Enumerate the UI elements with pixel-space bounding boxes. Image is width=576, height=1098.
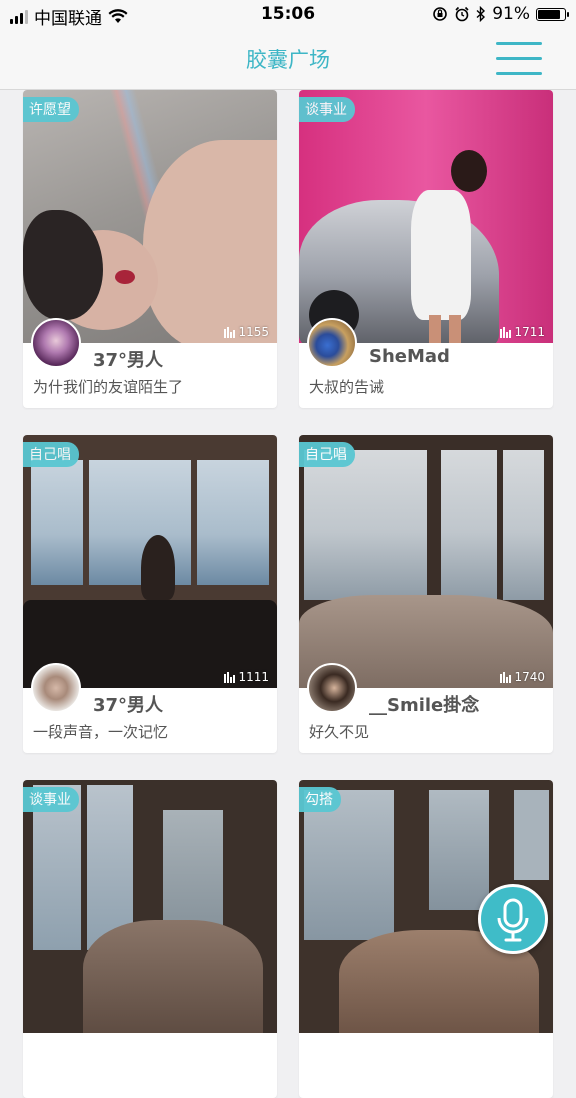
user-name: 37°男人 (93, 350, 164, 371)
category-tag: 许愿望 (23, 97, 79, 122)
page-title: 胶囊广场 (246, 48, 330, 72)
hamburger-menu-icon[interactable] (496, 42, 542, 76)
category-tag: 谈事业 (23, 787, 79, 812)
alarm-icon (455, 6, 469, 22)
play-count-value: 1155 (238, 325, 269, 339)
user-name: __Smile掛念 (369, 695, 480, 716)
play-count-value: 1111 (238, 670, 269, 684)
audio-bars-icon (500, 326, 512, 338)
card-photo: 自己唱 1740 (299, 435, 553, 688)
avatar[interactable] (307, 318, 357, 368)
avatar[interactable] (31, 663, 81, 713)
card-description: 大叔的告诫 (309, 378, 385, 396)
card-photo: 许愿望 1155 (23, 90, 277, 343)
status-bar: 中国联通 15:06 91% (0, 0, 576, 30)
microphone-button[interactable] (478, 884, 548, 954)
battery-icon (536, 7, 569, 21)
play-count: 1155 (224, 325, 269, 339)
nav-bar: 胶囊广场 (0, 30, 576, 90)
capsule-card[interactable]: 自己唱 1740 __Smile掛念 好久不见 (299, 435, 553, 753)
capsule-card[interactable]: 谈事业 1711 SheMad 大叔的告诫 (299, 90, 553, 408)
category-tag: 谈事业 (299, 97, 355, 122)
microphone-icon (497, 898, 529, 942)
audio-bars-icon (500, 671, 512, 683)
category-tag: 自己唱 (299, 442, 355, 467)
category-tag: 勾搭 (299, 787, 341, 812)
card-description: 为什我们的友谊陌生了 (33, 378, 184, 396)
card-photo: 谈事业 (23, 780, 277, 1033)
play-count: 1711 (500, 325, 545, 339)
avatar[interactable] (307, 663, 357, 713)
battery-fill (538, 9, 560, 19)
avatar[interactable] (31, 318, 81, 368)
card-photo: 自己唱 1111 (23, 435, 277, 688)
capsule-card[interactable]: 谈事业 (23, 780, 277, 1098)
play-count: 1111 (224, 670, 269, 684)
status-right: 91% (432, 4, 569, 24)
category-tag: 自己唱 (23, 442, 79, 467)
play-count-value: 1711 (514, 325, 545, 339)
card-description: 一段声音，一次记忆 (33, 723, 169, 741)
play-count: 1740 (500, 670, 545, 684)
card-description: 好久不见 (309, 723, 370, 741)
capsule-card[interactable]: 许愿望 1155 37°男人 为什我们的友谊陌生了 (23, 90, 277, 408)
user-name: 37°男人 (93, 695, 164, 716)
audio-bars-icon (224, 326, 236, 338)
battery-percent: 91% (492, 4, 530, 24)
card-photo: 谈事业 1711 (299, 90, 553, 343)
audio-bars-icon (224, 671, 236, 683)
user-name: SheMad (369, 346, 450, 367)
play-count-value: 1740 (514, 670, 545, 684)
rotation-lock-icon (433, 7, 448, 21)
bluetooth-icon (476, 6, 486, 22)
capsule-card[interactable]: 自己唱 1111 37°男人 一段声音，一次记忆 (23, 435, 277, 753)
